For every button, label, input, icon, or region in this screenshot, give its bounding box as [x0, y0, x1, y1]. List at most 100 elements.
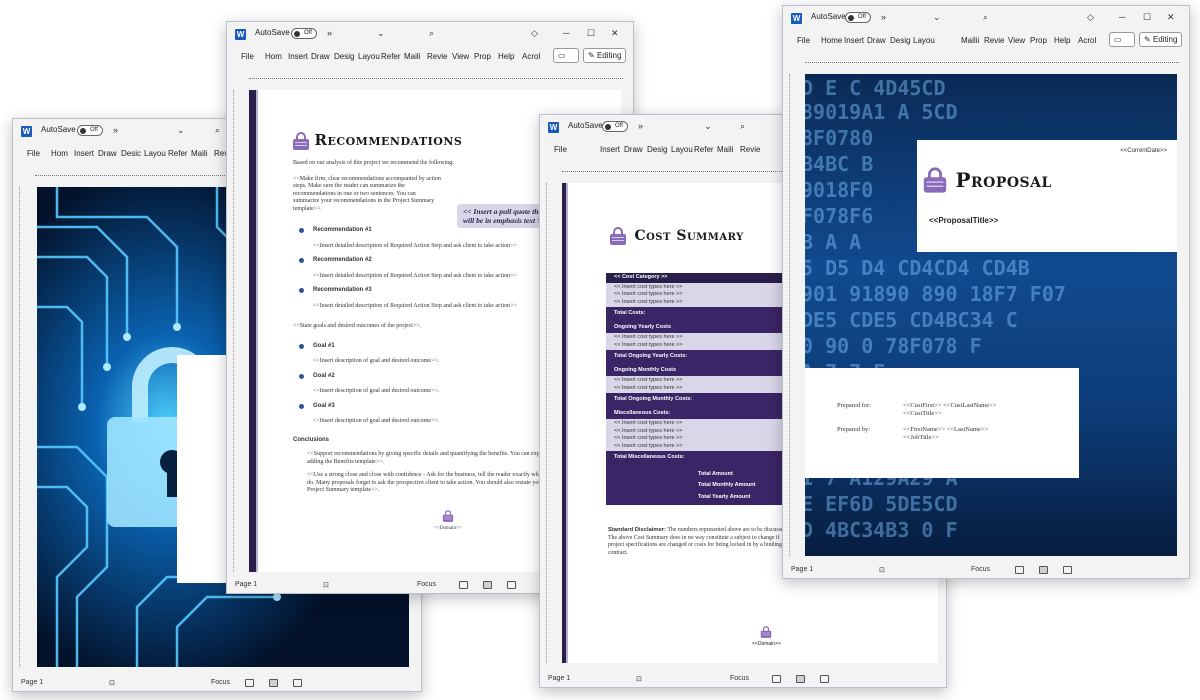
vertical-ruler[interactable]: [546, 183, 558, 663]
focus-button[interactable]: Focus: [211, 679, 230, 686]
editing-button[interactable]: ✎ Editing: [1139, 32, 1183, 47]
menu-file[interactable]: File: [241, 52, 254, 61]
menu-properties[interactable]: Prop: [474, 52, 491, 61]
dropdown-icon[interactable]: ⌄: [377, 28, 385, 39]
page-indicator[interactable]: Page 1: [21, 679, 43, 686]
vertical-ruler[interactable]: [789, 74, 801, 556]
diamond-icon[interactable]: ◇: [1087, 12, 1094, 23]
menu-properties[interactable]: Prop: [1030, 36, 1047, 45]
print-layout-icon[interactable]: [483, 581, 492, 589]
menu-layout[interactable]: Layou: [144, 149, 166, 158]
menu-home[interactable]: Hom: [51, 149, 68, 158]
minimize-icon[interactable]: ─: [563, 28, 569, 38]
comments-button[interactable]: ▭: [553, 48, 579, 63]
menu-mailings[interactable]: Maili: [717, 145, 733, 154]
print-layout-icon[interactable]: [1039, 566, 1048, 574]
search-icon[interactable]: ⌕: [740, 121, 745, 132]
menu-mailings[interactable]: Maili: [191, 149, 207, 158]
page-indicator[interactable]: Page 1: [791, 566, 813, 573]
menu-design[interactable]: Desig: [890, 36, 910, 45]
menu-draw[interactable]: Draw: [867, 36, 886, 45]
editing-button[interactable]: ✎ Editing: [583, 48, 627, 63]
autosave-toggle[interactable]: Off: [602, 121, 628, 132]
menu-design[interactable]: Desig: [334, 52, 354, 61]
menu-review[interactable]: Revie: [984, 36, 1004, 45]
web-layout-icon[interactable]: [1063, 566, 1072, 574]
proofing-icon[interactable]: ⊡: [636, 675, 642, 683]
menu-draw[interactable]: Draw: [624, 145, 643, 154]
menu-acrobat[interactable]: Acrol: [522, 52, 540, 61]
menu-layout[interactable]: Layou: [671, 145, 693, 154]
menu-insert[interactable]: Insert: [600, 145, 620, 154]
chevrons-icon[interactable]: »: [327, 28, 332, 38]
menu-file[interactable]: File: [797, 36, 810, 45]
menu-draw[interactable]: Draw: [311, 52, 330, 61]
autosave-toggle[interactable]: Off: [291, 28, 317, 39]
menu-references[interactable]: Refer: [694, 145, 714, 154]
print-layout-icon[interactable]: [269, 679, 278, 687]
menu-mailings[interactable]: Maili: [404, 52, 420, 61]
web-layout-icon[interactable]: [820, 675, 829, 683]
chevrons-icon[interactable]: »: [113, 125, 118, 135]
menu-help[interactable]: Help: [498, 52, 514, 61]
menu-mailings[interactable]: Mailii: [961, 36, 979, 45]
horizontal-ruler[interactable]: [783, 56, 1189, 70]
menu-insert[interactable]: Insert: [844, 36, 864, 45]
menu-review[interactable]: Revie: [427, 52, 447, 61]
menu-references[interactable]: Refer: [381, 52, 401, 61]
close-icon[interactable]: ✕: [611, 28, 619, 39]
menu-layout[interactable]: Layou: [358, 52, 380, 61]
print-layout-icon[interactable]: [796, 675, 805, 683]
dropdown-icon[interactable]: ⌄: [933, 12, 941, 23]
maximize-icon[interactable]: ☐: [1143, 12, 1151, 23]
web-layout-icon[interactable]: [293, 679, 302, 687]
menu-references[interactable]: Refer: [168, 149, 188, 158]
vertical-ruler[interactable]: [233, 90, 245, 572]
diamond-icon[interactable]: ◇: [531, 28, 538, 39]
vertical-ruler[interactable]: [19, 187, 31, 667]
read-mode-icon[interactable]: [1015, 566, 1024, 574]
autosave-toggle[interactable]: Off: [845, 12, 871, 23]
read-mode-icon[interactable]: [459, 581, 468, 589]
menu-view[interactable]: View: [452, 52, 469, 61]
menu-file[interactable]: File: [554, 145, 567, 154]
menu-design[interactable]: Desic: [121, 149, 141, 158]
autosave-toggle[interactable]: Off: [77, 125, 103, 136]
dropdown-icon[interactable]: ⌄: [704, 121, 712, 132]
page-indicator[interactable]: Page 1: [548, 675, 570, 682]
focus-button[interactable]: Focus: [971, 566, 990, 573]
focus-button[interactable]: Focus: [417, 581, 436, 588]
close-icon[interactable]: ✕: [1167, 12, 1175, 23]
menu-draw[interactable]: Draw: [98, 149, 117, 158]
menu-layout[interactable]: Layou: [913, 36, 935, 45]
comments-button[interactable]: ▭: [1109, 32, 1135, 47]
proofing-icon[interactable]: ⊡: [879, 566, 885, 574]
menu-acrobat[interactable]: Acrol: [1078, 36, 1096, 45]
proofing-icon[interactable]: ⊡: [323, 581, 329, 589]
menu-insert[interactable]: Insert: [288, 52, 308, 61]
horizontal-ruler[interactable]: [227, 72, 633, 86]
read-mode-icon[interactable]: [772, 675, 781, 683]
focus-button[interactable]: Focus: [730, 675, 749, 682]
search-icon[interactable]: ⌕: [983, 12, 988, 23]
minimize-icon[interactable]: ─: [1119, 12, 1125, 22]
menu-home[interactable]: Hom: [265, 52, 282, 61]
page-indicator[interactable]: Page 1: [235, 581, 257, 588]
menu-review[interactable]: Revie: [740, 145, 760, 154]
menu-help[interactable]: Help: [1054, 36, 1070, 45]
search-icon[interactable]: ⌕: [215, 125, 220, 136]
dropdown-icon[interactable]: ⌄: [177, 125, 185, 136]
read-mode-icon[interactable]: [245, 679, 254, 687]
menu-view[interactable]: View: [1008, 36, 1025, 45]
maximize-icon[interactable]: ☐: [587, 28, 595, 39]
proofing-icon[interactable]: ⊡: [109, 679, 115, 687]
search-icon[interactable]: ⌕: [429, 28, 434, 39]
menu-insert[interactable]: Insert: [74, 149, 94, 158]
chevrons-icon[interactable]: »: [638, 121, 643, 131]
web-layout-icon[interactable]: [507, 581, 516, 589]
menu-home[interactable]: Home: [821, 36, 842, 45]
menu-design[interactable]: Desig: [647, 145, 667, 154]
chevrons-icon[interactable]: »: [881, 12, 886, 22]
menu-file[interactable]: File: [27, 149, 40, 158]
lock-icon: [293, 132, 309, 150]
